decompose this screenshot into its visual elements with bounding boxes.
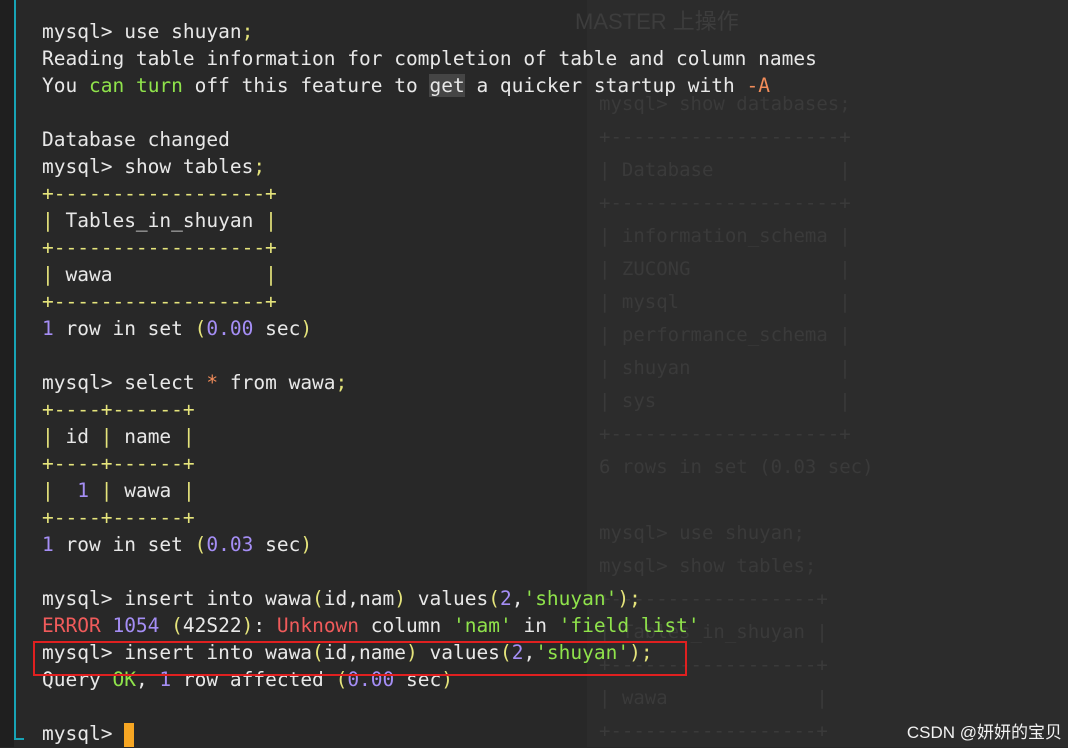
result-summary: 1 row in set (0.03 sec) [42, 533, 313, 556]
header-cell: name [112, 425, 183, 448]
terminal-line: mysql> show tables; [42, 155, 266, 178]
text: off this feature to [182, 74, 430, 97]
highlight-annotation-box [33, 641, 687, 676]
text: get [429, 74, 465, 97]
terminal-line: mysql> insert into wawa(id,nam) values(2… [42, 587, 641, 610]
gutter-accent-corner [14, 738, 24, 740]
error-code: 1054 [112, 614, 160, 637]
table-row: | wawa | [42, 263, 277, 286]
table-cell: 1 [77, 479, 89, 502]
prompt: mysql> [42, 20, 113, 43]
text: sec [265, 533, 301, 556]
table-cell: wawa [53, 263, 266, 286]
text: a quicker startup with [464, 74, 747, 97]
terminal-line: Database changed [42, 128, 230, 151]
table-border: +------------------+ [42, 236, 277, 259]
table-border: +------------------+ [42, 290, 277, 313]
text-cursor [124, 722, 135, 747]
string: 'field list' [558, 614, 700, 637]
header-cell: Tables_in_shuyan [53, 209, 266, 232]
text: in [523, 614, 547, 637]
prompt: mysql> [42, 371, 113, 394]
input-line[interactable]: mysql> [42, 720, 817, 747]
text: row in set [65, 317, 183, 340]
error-state: 42S22 [182, 614, 242, 637]
result-summary: 1 row in set (0.00 sec) [42, 317, 313, 340]
terminal-line: You can turn off this feature to get a q… [42, 72, 817, 99]
error-line: ERROR 1054 (42S22): Unknown column 'nam'… [42, 614, 700, 637]
table-border: +------------------+ [42, 182, 277, 205]
header-cell: id [53, 425, 101, 448]
command: values [417, 587, 489, 610]
text: turn [135, 74, 183, 97]
text: Unknown [276, 614, 360, 637]
gutter-accent-line [14, 0, 16, 740]
table-header: | Tables_in_shuyan | [42, 209, 277, 232]
command: insert into wawa [124, 587, 313, 610]
command: from wawa [218, 371, 336, 394]
prompt: mysql> [42, 587, 113, 610]
table-row: | 1 | wawa | [42, 479, 195, 502]
string: 'shuyan' [523, 587, 618, 610]
text: can [88, 74, 125, 97]
terminal-output[interactable]: mysql> use shuyan; Reading table informa… [42, 18, 817, 747]
row-count: 1 [42, 317, 54, 340]
text: -A [746, 74, 770, 97]
table-cell: wawa [112, 479, 183, 502]
terminal-line: Reading table information for completion… [42, 47, 817, 70]
number: 2 [499, 587, 512, 610]
table-border: +----+------+ [42, 398, 195, 421]
table-header: | id | name | [42, 425, 195, 448]
text: sec [265, 317, 301, 340]
string: 'nam' [453, 614, 512, 637]
prompt: mysql> [42, 155, 113, 178]
row-count: 1 [42, 533, 54, 556]
text [124, 74, 136, 97]
text: You [42, 74, 89, 97]
prompt: mysql> [42, 722, 113, 745]
text: column [370, 614, 442, 637]
command: select [124, 371, 207, 394]
elapsed-time: 0.00 [206, 317, 254, 340]
command: use shuyan [124, 20, 242, 43]
terminal-line: mysql> use shuyan; [42, 20, 254, 43]
text: row in set [65, 533, 183, 556]
command: id,nam [323, 587, 395, 610]
table-border: +----+------+ [42, 452, 195, 475]
watermark: CSDN @妍妍的宝贝 [906, 723, 1062, 742]
terminal-line: mysql> select * from wawa; [42, 371, 348, 394]
command: show tables [124, 155, 254, 178]
editor-gutter [0, 0, 14, 747]
table-border: +----+------+ [42, 506, 195, 529]
text: * [206, 371, 219, 394]
elapsed-time: 0.03 [206, 533, 254, 556]
error-label: ERROR [42, 614, 101, 637]
